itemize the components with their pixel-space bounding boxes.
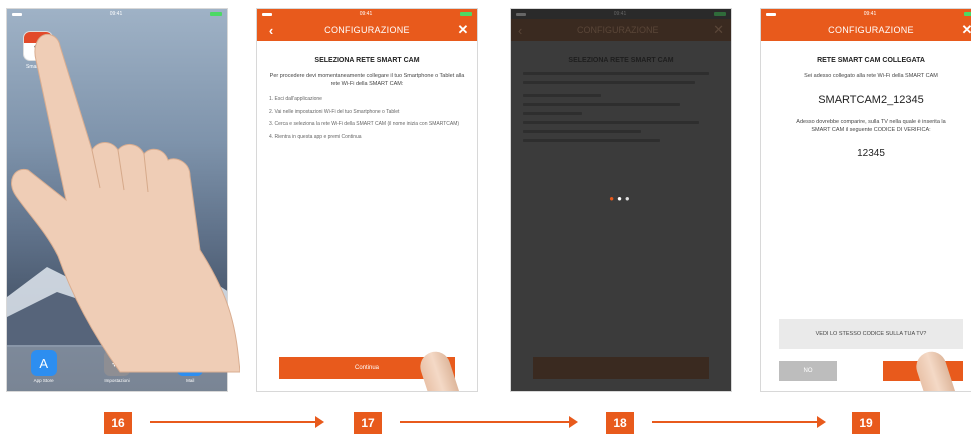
status-time: 09:41 xyxy=(109,11,123,17)
no-button[interactable]: NO xyxy=(779,361,837,381)
arrow-right xyxy=(400,416,578,428)
connected-text: Sei adesso collegato alla rete Wi-Fi del… xyxy=(804,73,938,79)
code-question: VEDI LO STESSO CODICE SULLA TUA TV? xyxy=(779,319,963,349)
close-icon[interactable]: ✕ xyxy=(456,22,470,38)
signal-icon xyxy=(12,12,22,16)
app-bar: CONFIGURAZIONE ✕ xyxy=(761,19,971,41)
back-icon: ‹ xyxy=(518,22,523,38)
dock-mail[interactable]: ✉ 1 Mail xyxy=(173,347,208,383)
step-label-19: 19 xyxy=(852,412,880,434)
content: RETE SMART CAM COLLEGATA Sei adesso coll… xyxy=(761,41,971,169)
content: SELEZIONA RETE SMART CAM Per procedere d… xyxy=(257,41,477,156)
verification-code: 12345 xyxy=(857,148,885,159)
notification-badge: 1 xyxy=(198,347,208,356)
status-time: 09:41 xyxy=(359,11,373,17)
wallpaper-mountain xyxy=(7,245,227,347)
arrow-right xyxy=(652,416,826,428)
signal-icon xyxy=(516,12,526,16)
app-bar: ‹ CONFIGURAZIONE ✕ xyxy=(257,19,477,41)
camera-icon: ↰ xyxy=(32,42,43,56)
tutorial-strip: 09:41 ↰ SmartCam ● ● ● ● A App Store ⚙ I… xyxy=(0,0,971,440)
dock-settings[interactable]: ⚙ Impostazioni xyxy=(100,350,134,383)
list-item: 1. Esci dall'applicazione xyxy=(269,96,322,102)
dimmed-text xyxy=(523,72,719,142)
battery-icon xyxy=(963,12,971,16)
page-title: CONFIGURAZIONE xyxy=(828,25,914,35)
settings-icon: ⚙ xyxy=(103,350,130,376)
signal-icon xyxy=(766,12,776,16)
status-bar: 09:41 xyxy=(257,9,477,19)
status-time: 09:41 xyxy=(863,11,877,17)
status-bar: 09:41 xyxy=(761,9,971,19)
dock: A App Store ⚙ Impostazioni ✉ 1 Mail xyxy=(7,345,227,391)
heading: SELEZIONA RETE SMART CAM xyxy=(568,57,674,64)
select-network-screen: 09:41 ‹ CONFIGURAZIONE ✕ SELEZIONA RETE … xyxy=(256,8,478,392)
signal-icon xyxy=(262,12,272,16)
home-screen: 09:41 ↰ SmartCam ● ● ● ● A App Store ⚙ I… xyxy=(6,8,228,392)
arrow-right xyxy=(150,416,324,428)
finger-tap xyxy=(416,347,464,391)
app-label: SmartCam xyxy=(26,64,50,70)
status-bar: 09:41 xyxy=(7,9,227,19)
step-label-18: 18 xyxy=(606,412,634,434)
heading: SELEZIONA RETE SMART CAM xyxy=(314,57,420,64)
loading-indicator: ●●● xyxy=(609,194,633,203)
smartcam-app-icon[interactable]: ↰ xyxy=(23,31,53,61)
close-icon[interactable]: ✕ xyxy=(960,22,971,38)
continue-button-disabled xyxy=(533,357,709,379)
intro-text: Per procedere devi momentaneamente colle… xyxy=(269,73,465,87)
back-icon[interactable]: ‹ xyxy=(264,23,278,38)
list-item: 3. Cerca e seleziona la rete Wi-Fi della… xyxy=(269,121,460,127)
loading-screen: 09:41 ‹ CONFIGURAZIONE ✕ SELEZIONA RETE … xyxy=(510,8,732,392)
status-time: 09:41 xyxy=(613,11,627,17)
app-bar: ‹ CONFIGURAZIONE ✕ xyxy=(511,19,731,41)
dock-app-store[interactable]: A App Store xyxy=(27,350,61,383)
app-store-icon: A xyxy=(30,350,57,376)
status-bar: 09:41 xyxy=(511,9,731,19)
step-label-16: 16 xyxy=(104,412,132,434)
heading: RETE SMART CAM COLLEGATA xyxy=(817,57,925,64)
list-item: 2. Vai nelle impostazioni Wi-Fi del tuo … xyxy=(269,108,400,115)
close-icon: ✕ xyxy=(713,22,724,37)
ssid-value: SMARTCAM2_12345 xyxy=(818,94,924,106)
instruction-list: 1. Esci dall'applicazione 2. Vai nelle i… xyxy=(269,96,465,141)
network-connected-screen: 09:41 CONFIGURAZIONE ✕ RETE SMART CAM CO… xyxy=(760,8,971,392)
page-title: CONFIGURAZIONE xyxy=(576,25,659,35)
list-item: 4. Rientra in questa app e premi Continu… xyxy=(269,133,362,140)
battery-icon xyxy=(713,12,726,16)
battery-icon xyxy=(459,12,472,16)
verification-instruction: Adesso dovrebbe comparire, sulla TV nell… xyxy=(796,119,946,133)
step-label-17: 17 xyxy=(354,412,382,434)
battery-icon xyxy=(209,12,222,16)
page-title: CONFIGURAZIONE xyxy=(324,25,410,35)
